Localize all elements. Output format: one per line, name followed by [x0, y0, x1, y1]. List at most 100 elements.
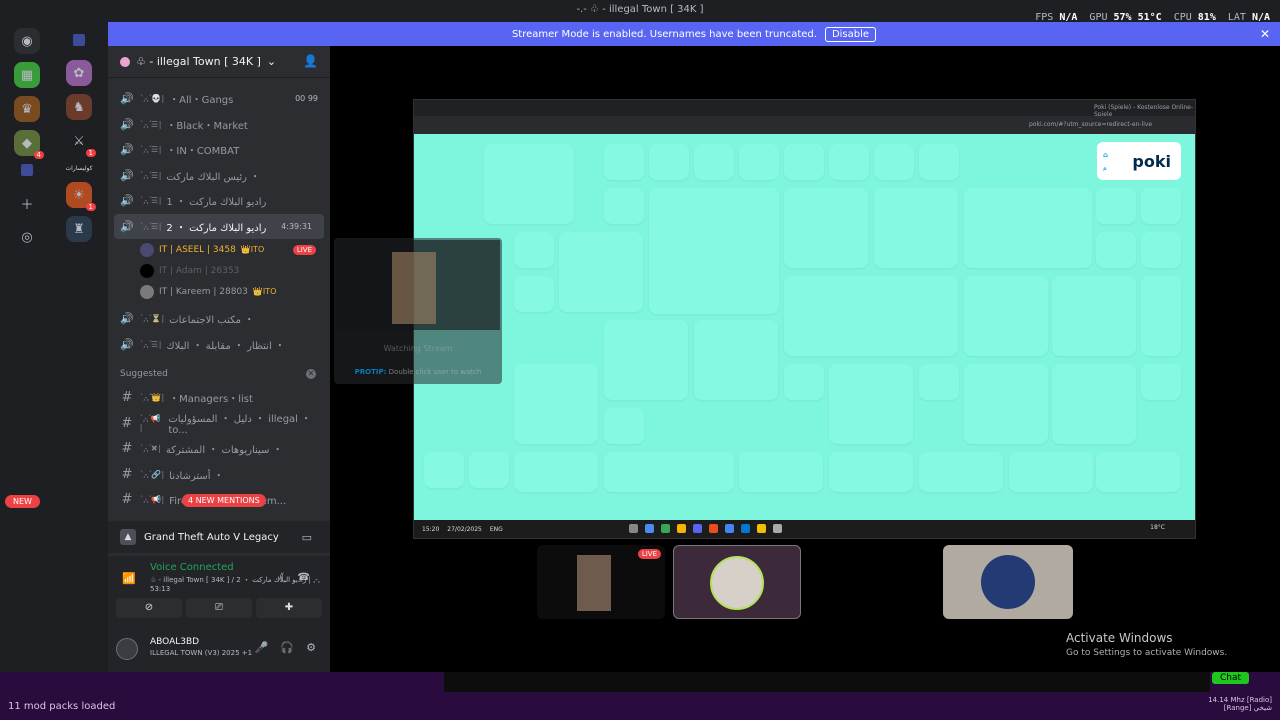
game-tile[interactable] — [1141, 188, 1181, 224]
username[interactable]: ABOAL3BD — [150, 637, 199, 647]
microphone-icon[interactable]: 🎤 — [255, 641, 269, 654]
game-tile[interactable] — [514, 232, 554, 268]
voice-user[interactable]: IT | Kareem | 28803 👑ITO — [108, 281, 330, 302]
game-tile[interactable] — [604, 408, 644, 444]
voice-channel[interactable]: 🔊 ˋ,-,ˊ☰ | ・Black・Market — [108, 112, 330, 138]
voice-channel-active[interactable]: 🔊 ˋ,-,ˊ☰ | راديو البلاك ماركت ・ 2 4:39:31 — [114, 213, 324, 239]
game-tile[interactable] — [964, 188, 1092, 268]
server-icon-group[interactable]: ◆ 4 — [14, 130, 44, 159]
game-tile[interactable] — [1096, 452, 1180, 492]
game-tile[interactable] — [739, 452, 823, 492]
new-pill[interactable]: NEW — [5, 495, 40, 508]
voice-channel[interactable]: 🔊 ˋ,-,ˊ☰ | راديو البلاك ماركت ・ 1 — [108, 188, 330, 214]
server-icon-dark[interactable]: ♜ — [66, 216, 92, 242]
text-channel[interactable]: # ˋ,-,ˊ✖ | سيناريوهات ・ المشتركة ・ — [108, 436, 330, 462]
game-tile[interactable] — [919, 144, 959, 180]
game-tile[interactable] — [604, 188, 644, 224]
game-tile[interactable] — [559, 232, 643, 312]
close-icon[interactable]: ✕ — [1260, 27, 1270, 41]
server-icon-crest[interactable]: ♛ — [14, 96, 40, 122]
new-mentions-pill[interactable]: 4 NEW MENTIONS — [182, 494, 266, 507]
participant-tile[interactable] — [943, 545, 1073, 619]
game-tile[interactable] — [784, 364, 824, 400]
game-tile[interactable] — [739, 144, 779, 180]
disconnect-icon[interactable]: ☎ — [298, 572, 310, 583]
game-tile[interactable] — [919, 364, 959, 400]
folder-icon[interactable] — [21, 164, 33, 176]
game-tile[interactable] — [1141, 364, 1181, 400]
game-tile[interactable] — [694, 144, 734, 180]
server-header[interactable]: ♧ - illegal Town [ 34K ] ⌄ 👤 — [108, 46, 330, 78]
voice-channel[interactable]: 🔊 ˋ,-,ˊ💀 | ・All・Gangs 00 99 — [108, 86, 330, 112]
activities-button[interactable]: ✚ — [256, 598, 322, 618]
game-tile[interactable] — [1141, 232, 1181, 268]
add-member-icon[interactable]: 👤 — [303, 54, 318, 68]
game-tile[interactable] — [514, 276, 554, 312]
server-icon-warrior[interactable]: ♞ — [66, 94, 92, 120]
game-tile[interactable] — [604, 144, 644, 180]
dismiss-icon[interactable]: ✕ — [306, 369, 316, 379]
game-tile[interactable] — [784, 188, 868, 268]
avatar[interactable] — [116, 638, 138, 660]
game-tile[interactable] — [919, 452, 1003, 492]
poki-logo[interactable]: ⌂ ⌕ poki — [1097, 142, 1181, 180]
server-icon-swords[interactable]: ⚔ 1 — [66, 128, 96, 157]
voice-connected-label[interactable]: Voice Connected — [150, 562, 234, 573]
discord-home-icon[interactable]: ◉ — [14, 28, 40, 54]
text-channel[interactable]: # ˋ,-,ˊ🔗 | أسترشادنا ・ — [108, 462, 330, 488]
game-tile[interactable] — [1052, 276, 1136, 356]
game-tile[interactable] — [514, 364, 598, 444]
game-tile[interactable] — [514, 452, 598, 492]
game-tile[interactable] — [1052, 364, 1136, 444]
disable-button[interactable]: Disable — [824, 26, 877, 42]
browser-url[interactable]: poki.com/#?utm_source=redirect-en-live — [1029, 121, 1152, 128]
game-tile[interactable] — [829, 452, 913, 492]
game-tile[interactable] — [829, 364, 913, 444]
game-tile[interactable] — [874, 188, 958, 268]
game-tile[interactable] — [964, 364, 1048, 444]
game-tile[interactable] — [874, 144, 914, 180]
share-screen-icon[interactable]: ▭ — [302, 531, 312, 544]
poki-game-area[interactable]: ⌂ ⌕ poki — [414, 134, 1195, 520]
game-tile[interactable] — [694, 320, 778, 400]
screen-share-button[interactable]: ⎚ — [186, 598, 252, 618]
game-tile[interactable] — [484, 144, 574, 224]
voice-user[interactable]: IT | Adam | 26353 — [108, 260, 330, 281]
participant-tile-stream[interactable]: LIVE — [537, 545, 665, 619]
noise-suppression-icon[interactable]: ⫽ — [279, 572, 283, 583]
game-tile[interactable] — [469, 452, 509, 488]
stream-preview-popover[interactable]: Watching Stream PROTIP: Double click use… — [334, 238, 502, 384]
voice-channel[interactable]: 🔊 ˋ,-,ˊ⏳ | مكتب الاجتماعات ・ — [108, 306, 330, 332]
folder-icon[interactable] — [73, 34, 85, 46]
game-tile[interactable] — [784, 144, 824, 180]
server-icon-anime[interactable]: ✿ — [66, 60, 92, 86]
participant-tile-speaking[interactable] — [673, 545, 801, 619]
stream-browser-window[interactable]: Poki (Spiele) - Kostenlose Online-Spiele… — [413, 99, 1196, 539]
game-tile[interactable] — [604, 320, 688, 400]
voice-channel[interactable]: 🔊 ˋ,-,ˊ☰ | انتظار ・ مقابلة ・ البلاك ・ — [108, 332, 330, 358]
game-tile[interactable] — [784, 276, 958, 356]
server-icon-art[interactable]: ☀ 1 — [66, 182, 96, 211]
game-tile[interactable] — [1141, 276, 1181, 356]
text-channel[interactable]: # ˋ,-,ˊ📢 | دليل ・ المسؤوليات ・ illegal ・ t… — [108, 411, 330, 436]
game-tile[interactable] — [829, 144, 869, 180]
game-tile[interactable] — [964, 276, 1048, 356]
gear-icon[interactable]: ⚙ — [306, 641, 316, 654]
game-tile[interactable] — [1096, 232, 1136, 268]
text-channel[interactable]: # ˋ,-,ˊ👑 | ・Managers・list — [108, 385, 330, 411]
game-tile[interactable] — [1096, 188, 1136, 224]
voice-channel[interactable]: 🔊 ˋ,-,ˊ☰ | ・IN・COMBAT — [108, 137, 330, 163]
game-tile[interactable] — [424, 452, 464, 488]
discover-icon[interactable]: ◎ — [14, 224, 40, 250]
game-tile[interactable] — [604, 452, 734, 492]
voice-user[interactable]: IT | ASEEL | 3458 👑ITO LIVE — [108, 239, 330, 260]
add-server-icon[interactable]: ＋ — [14, 190, 40, 216]
game-tile[interactable] — [1009, 452, 1093, 492]
camera-off-button[interactable]: ⊘ — [116, 598, 182, 618]
game-tile[interactable] — [649, 144, 689, 180]
server-icon-minecraft[interactable]: ▦ — [14, 62, 40, 88]
game-tile[interactable] — [649, 188, 779, 314]
voice-channel[interactable]: 🔊 ˋ,-,ˊ☰ | رئيس البلاك ماركت ・ — [108, 163, 330, 189]
headphones-icon[interactable]: 🎧 — [280, 641, 294, 654]
chat-button[interactable]: Chat — [1212, 672, 1250, 684]
